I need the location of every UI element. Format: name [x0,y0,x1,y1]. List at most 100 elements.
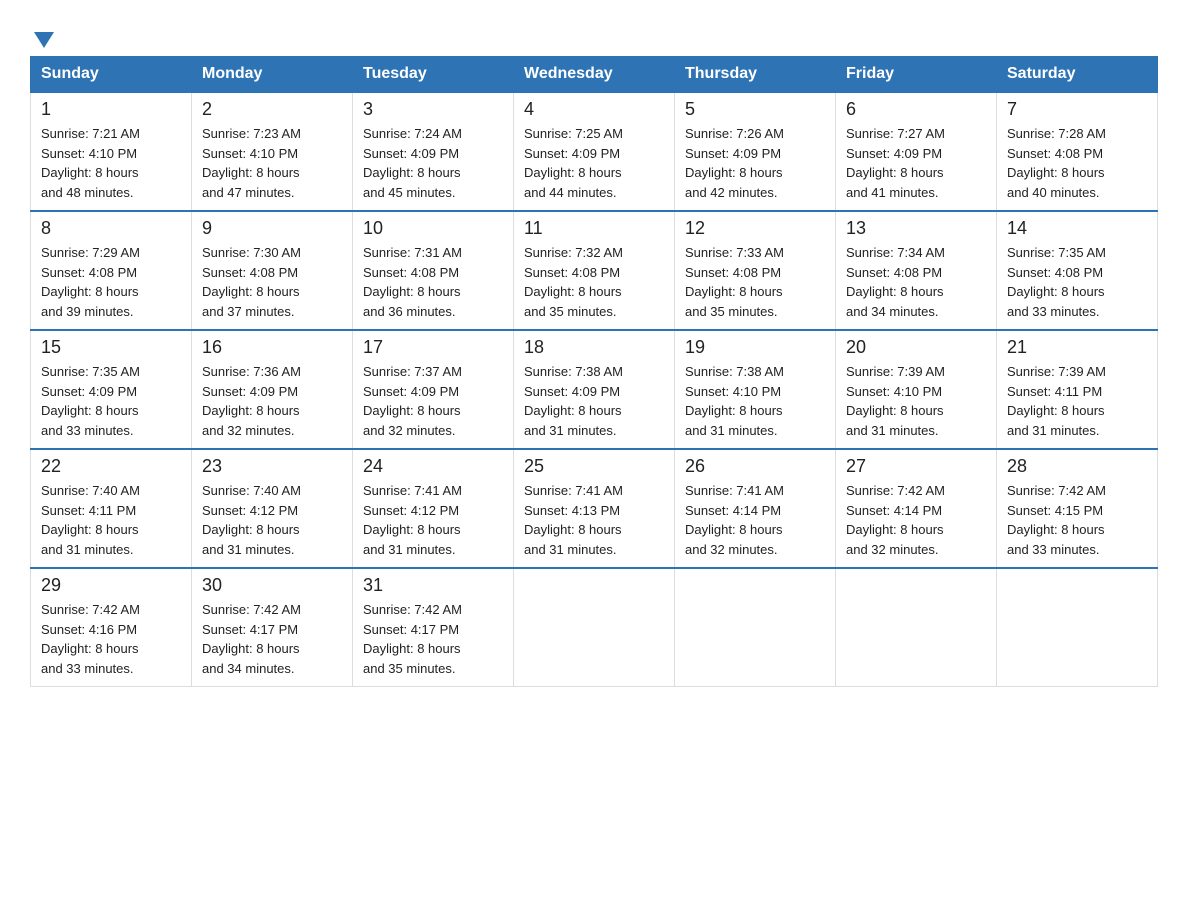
day-info: Sunrise: 7:33 AM Sunset: 4:08 PM Dayligh… [685,243,825,321]
calendar-cell: 7 Sunrise: 7:28 AM Sunset: 4:08 PM Dayli… [997,92,1158,211]
page-header [30,20,1158,46]
day-info: Sunrise: 7:41 AM Sunset: 4:12 PM Dayligh… [363,481,503,559]
day-info: Sunrise: 7:35 AM Sunset: 4:08 PM Dayligh… [1007,243,1147,321]
day-number: 30 [202,575,342,596]
day-number: 15 [41,337,181,358]
calendar-cell: 5 Sunrise: 7:26 AM Sunset: 4:09 PM Dayli… [675,92,836,211]
calendar-cell: 27 Sunrise: 7:42 AM Sunset: 4:14 PM Dayl… [836,449,997,568]
calendar-cell: 2 Sunrise: 7:23 AM Sunset: 4:10 PM Dayli… [192,92,353,211]
calendar-cell: 23 Sunrise: 7:40 AM Sunset: 4:12 PM Dayl… [192,449,353,568]
calendar-week-2: 8 Sunrise: 7:29 AM Sunset: 4:08 PM Dayli… [31,211,1158,330]
header-thursday: Thursday [675,57,836,93]
day-info: Sunrise: 7:37 AM Sunset: 4:09 PM Dayligh… [363,362,503,440]
calendar-cell: 11 Sunrise: 7:32 AM Sunset: 4:08 PM Dayl… [514,211,675,330]
calendar-cell [675,568,836,687]
calendar-cell [514,568,675,687]
day-info: Sunrise: 7:40 AM Sunset: 4:12 PM Dayligh… [202,481,342,559]
day-number: 19 [685,337,825,358]
logo-arrow-icon [34,32,54,48]
calendar-cell: 21 Sunrise: 7:39 AM Sunset: 4:11 PM Dayl… [997,330,1158,449]
calendar-cell: 16 Sunrise: 7:36 AM Sunset: 4:09 PM Dayl… [192,330,353,449]
calendar-cell [997,568,1158,687]
day-info: Sunrise: 7:32 AM Sunset: 4:08 PM Dayligh… [524,243,664,321]
day-info: Sunrise: 7:24 AM Sunset: 4:09 PM Dayligh… [363,124,503,202]
header-tuesday: Tuesday [353,57,514,93]
calendar-cell: 1 Sunrise: 7:21 AM Sunset: 4:10 PM Dayli… [31,92,192,211]
day-number: 10 [363,218,503,239]
header-wednesday: Wednesday [514,57,675,93]
day-info: Sunrise: 7:41 AM Sunset: 4:13 PM Dayligh… [524,481,664,559]
calendar-cell: 8 Sunrise: 7:29 AM Sunset: 4:08 PM Dayli… [31,211,192,330]
calendar-cell: 6 Sunrise: 7:27 AM Sunset: 4:09 PM Dayli… [836,92,997,211]
day-info: Sunrise: 7:42 AM Sunset: 4:15 PM Dayligh… [1007,481,1147,559]
day-number: 9 [202,218,342,239]
calendar-cell: 26 Sunrise: 7:41 AM Sunset: 4:14 PM Dayl… [675,449,836,568]
day-number: 27 [846,456,986,477]
calendar-cell: 24 Sunrise: 7:41 AM Sunset: 4:12 PM Dayl… [353,449,514,568]
day-info: Sunrise: 7:39 AM Sunset: 4:11 PM Dayligh… [1007,362,1147,440]
calendar-cell: 18 Sunrise: 7:38 AM Sunset: 4:09 PM Dayl… [514,330,675,449]
calendar-week-3: 15 Sunrise: 7:35 AM Sunset: 4:09 PM Dayl… [31,330,1158,449]
day-number: 5 [685,99,825,120]
day-info: Sunrise: 7:38 AM Sunset: 4:10 PM Dayligh… [685,362,825,440]
day-number: 12 [685,218,825,239]
header-saturday: Saturday [997,57,1158,93]
day-number: 22 [41,456,181,477]
day-info: Sunrise: 7:42 AM Sunset: 4:17 PM Dayligh… [202,600,342,678]
day-info: Sunrise: 7:35 AM Sunset: 4:09 PM Dayligh… [41,362,181,440]
calendar-cell: 20 Sunrise: 7:39 AM Sunset: 4:10 PM Dayl… [836,330,997,449]
day-number: 13 [846,218,986,239]
day-info: Sunrise: 7:26 AM Sunset: 4:09 PM Dayligh… [685,124,825,202]
calendar-cell: 22 Sunrise: 7:40 AM Sunset: 4:11 PM Dayl… [31,449,192,568]
day-info: Sunrise: 7:38 AM Sunset: 4:09 PM Dayligh… [524,362,664,440]
day-number: 21 [1007,337,1147,358]
day-info: Sunrise: 7:42 AM Sunset: 4:17 PM Dayligh… [363,600,503,678]
day-number: 18 [524,337,664,358]
day-number: 4 [524,99,664,120]
day-number: 23 [202,456,342,477]
day-info: Sunrise: 7:29 AM Sunset: 4:08 PM Dayligh… [41,243,181,321]
day-number: 26 [685,456,825,477]
day-info: Sunrise: 7:21 AM Sunset: 4:10 PM Dayligh… [41,124,181,202]
calendar-header-row: SundayMondayTuesdayWednesdayThursdayFrid… [31,57,1158,93]
calendar-week-5: 29 Sunrise: 7:42 AM Sunset: 4:16 PM Dayl… [31,568,1158,687]
calendar-cell: 3 Sunrise: 7:24 AM Sunset: 4:09 PM Dayli… [353,92,514,211]
calendar-cell: 14 Sunrise: 7:35 AM Sunset: 4:08 PM Dayl… [997,211,1158,330]
calendar-cell: 17 Sunrise: 7:37 AM Sunset: 4:09 PM Dayl… [353,330,514,449]
calendar-table: SundayMondayTuesdayWednesdayThursdayFrid… [30,56,1158,687]
calendar-cell: 28 Sunrise: 7:42 AM Sunset: 4:15 PM Dayl… [997,449,1158,568]
day-number: 11 [524,218,664,239]
header-sunday: Sunday [31,57,192,93]
day-info: Sunrise: 7:42 AM Sunset: 4:16 PM Dayligh… [41,600,181,678]
calendar-cell: 9 Sunrise: 7:30 AM Sunset: 4:08 PM Dayli… [192,211,353,330]
day-info: Sunrise: 7:34 AM Sunset: 4:08 PM Dayligh… [846,243,986,321]
header-friday: Friday [836,57,997,93]
calendar-cell: 29 Sunrise: 7:42 AM Sunset: 4:16 PM Dayl… [31,568,192,687]
calendar-cell: 13 Sunrise: 7:34 AM Sunset: 4:08 PM Dayl… [836,211,997,330]
day-number: 28 [1007,456,1147,477]
day-number: 14 [1007,218,1147,239]
day-number: 25 [524,456,664,477]
day-info: Sunrise: 7:40 AM Sunset: 4:11 PM Dayligh… [41,481,181,559]
calendar-cell: 25 Sunrise: 7:41 AM Sunset: 4:13 PM Dayl… [514,449,675,568]
day-info: Sunrise: 7:25 AM Sunset: 4:09 PM Dayligh… [524,124,664,202]
calendar-cell: 4 Sunrise: 7:25 AM Sunset: 4:09 PM Dayli… [514,92,675,211]
day-info: Sunrise: 7:30 AM Sunset: 4:08 PM Dayligh… [202,243,342,321]
calendar-week-1: 1 Sunrise: 7:21 AM Sunset: 4:10 PM Dayli… [31,92,1158,211]
day-number: 17 [363,337,503,358]
day-number: 8 [41,218,181,239]
calendar-cell: 19 Sunrise: 7:38 AM Sunset: 4:10 PM Dayl… [675,330,836,449]
day-info: Sunrise: 7:36 AM Sunset: 4:09 PM Dayligh… [202,362,342,440]
day-info: Sunrise: 7:31 AM Sunset: 4:08 PM Dayligh… [363,243,503,321]
day-info: Sunrise: 7:23 AM Sunset: 4:10 PM Dayligh… [202,124,342,202]
day-info: Sunrise: 7:28 AM Sunset: 4:08 PM Dayligh… [1007,124,1147,202]
logo [30,20,54,46]
calendar-cell: 12 Sunrise: 7:33 AM Sunset: 4:08 PM Dayl… [675,211,836,330]
header-monday: Monday [192,57,353,93]
day-info: Sunrise: 7:42 AM Sunset: 4:14 PM Dayligh… [846,481,986,559]
day-number: 2 [202,99,342,120]
calendar-cell: 15 Sunrise: 7:35 AM Sunset: 4:09 PM Dayl… [31,330,192,449]
day-info: Sunrise: 7:27 AM Sunset: 4:09 PM Dayligh… [846,124,986,202]
day-number: 7 [1007,99,1147,120]
day-number: 3 [363,99,503,120]
